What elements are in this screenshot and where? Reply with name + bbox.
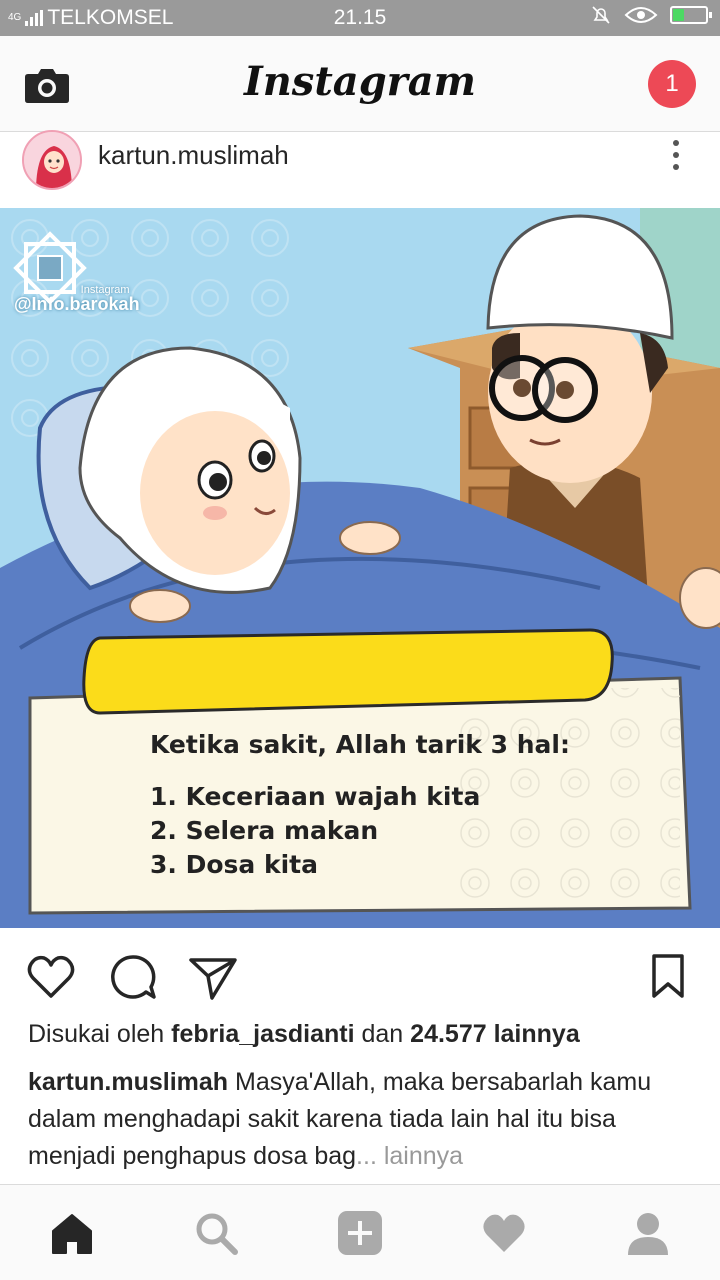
caption-author[interactable]: kartun.muslimah [28, 1068, 228, 1096]
battery-icon [670, 6, 712, 24]
bookmark-icon[interactable] [646, 952, 696, 1002]
post-caption: kartun.muslimah Masya'Allah, maka bersab… [28, 1064, 692, 1175]
card-item-3: 3. Dosa kita [150, 850, 318, 879]
add-icon[interactable] [336, 1209, 384, 1257]
status-icons [590, 4, 712, 26]
caption-ellipsis: ... [356, 1142, 377, 1170]
likes-middle: dan [361, 1020, 404, 1048]
likes-prefix: Disukai oleh [28, 1020, 165, 1048]
card-item-2: 2. Selera makan [150, 816, 379, 845]
card-heading: Ketika sakit, Allah tarik 3 hal: [150, 730, 570, 759]
liker-username[interactable]: febria_jasdianti [171, 1020, 354, 1048]
bottom-nav [0, 1184, 720, 1280]
avatar-illustration [24, 132, 80, 188]
activity-heart-icon[interactable] [480, 1209, 528, 1257]
bell-muted-icon [592, 6, 610, 24]
post-actions [0, 928, 720, 1020]
card-item-1: 1. Keceriaan wajah kita [150, 782, 481, 811]
instagram-logo: Instagram [244, 58, 476, 105]
likes-line: Disukai oleh febria_jasdianti dan 24.577… [28, 1020, 580, 1049]
home-icon[interactable] [48, 1209, 96, 1257]
brand-logo [13, 231, 87, 305]
heart-icon[interactable] [26, 952, 76, 1002]
avatar[interactable] [22, 130, 82, 190]
eye-icon [624, 7, 658, 23]
post-header: kartun.muslimah [0, 130, 720, 208]
status-bar: 4G TELKOMSEL 21.15 [0, 0, 720, 36]
post-image[interactable]: Instagram @Info.barokah Ketika sakit, Al… [0, 208, 720, 928]
app-header: Instagram 1 [0, 36, 720, 132]
post-username[interactable]: kartun.muslimah [98, 140, 289, 171]
likes-count[interactable]: 24.577 lainnya [410, 1020, 580, 1048]
search-icon[interactable] [192, 1209, 240, 1257]
notification-badge[interactable]: 1 [648, 60, 696, 108]
caption-more-link[interactable]: lainnya [384, 1142, 463, 1170]
comment-icon[interactable] [108, 952, 158, 1002]
send-icon[interactable] [188, 952, 238, 1002]
profile-icon[interactable] [624, 1209, 672, 1257]
more-options-icon[interactable] [672, 140, 680, 170]
